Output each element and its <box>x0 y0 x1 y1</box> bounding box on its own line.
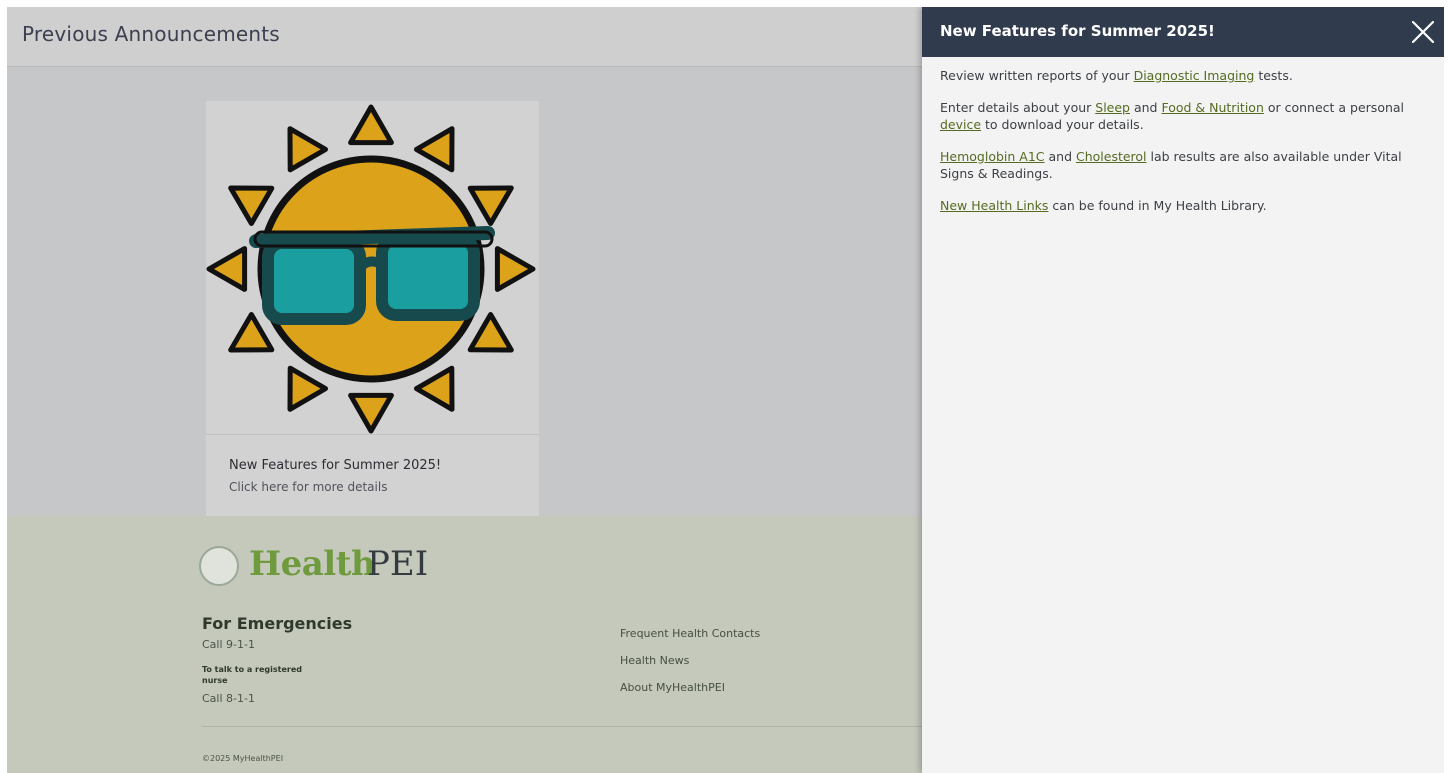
drawer-title: New Features for Summer 2025! <box>940 22 1215 40</box>
sun-ray <box>494 246 536 292</box>
announcement-drawer: New Features for Summer 2025! Review wri… <box>922 7 1444 773</box>
link-diagnostic-imaging[interactable]: Diagnostic Imaging <box>1134 68 1255 83</box>
page-header: Previous Announcements <box>7 7 922 67</box>
paragraph-text: can be found in My Health Library. <box>1048 198 1267 213</box>
sun-ray <box>414 365 455 412</box>
footer-link-frequent-contacts[interactable]: Frequent Health Contacts <box>620 627 760 640</box>
sun-ray <box>228 185 275 226</box>
feature-paragraph: Enter details about your Sleep and Food … <box>940 99 1430 133</box>
link-food-nutrition[interactable]: Food & Nutrition <box>1161 100 1263 115</box>
paragraph-text: Enter details about your <box>940 100 1096 115</box>
paragraph-text: to download your details. <box>981 117 1144 132</box>
drawer-body: Review written reports of your Diagnosti… <box>940 67 1430 229</box>
health-pei-logo[interactable]: Health PEI <box>199 544 439 590</box>
link-sleep[interactable]: Sleep <box>1095 100 1130 115</box>
nurse-call: Call 8-1-1 <box>202 692 255 705</box>
feature-paragraph: Hemoglobin A1C and Cholesterol lab resul… <box>940 148 1430 182</box>
emergency-call: Call 9-1-1 <box>202 638 255 651</box>
copyright: ©2025 MyHealthPEI <box>202 754 284 763</box>
logo-seal-icon <box>199 546 239 586</box>
sun-ray <box>287 365 328 412</box>
app-frame: Previous Announcements New Features for … <box>7 7 1444 773</box>
page-title: Previous Announcements <box>22 22 280 46</box>
link-new-health-links[interactable]: New Health Links <box>940 198 1048 213</box>
drawer-header: New Features for Summer 2025! <box>922 7 1444 57</box>
link-device[interactable]: device <box>940 117 981 132</box>
sun-ray <box>348 392 394 434</box>
paragraph-text: Review written reports of your <box>940 68 1134 83</box>
paragraph-text: and <box>1044 149 1076 164</box>
footer-divider <box>202 726 922 727</box>
link-hemoglobin-a1c[interactable]: Hemoglobin A1C <box>940 149 1045 164</box>
close-icon[interactable] <box>1410 19 1436 45</box>
card-title: New Features for Summer 2025! <box>229 458 442 473</box>
announcement-card[interactable]: New Features for Summer 2025! Click here… <box>206 101 539 516</box>
paragraph-text: tests. <box>1254 68 1293 83</box>
card-divider <box>206 434 539 435</box>
site-footer: Health PEI For Emergencies Call 9-1-1 To… <box>7 516 922 773</box>
announcements-page: Previous Announcements New Features for … <box>7 7 922 773</box>
card-subtitle: Click here for more details <box>229 480 388 494</box>
paragraph-text: and <box>1130 100 1162 115</box>
footer-link-health-news[interactable]: Health News <box>620 654 689 667</box>
sun-ray <box>228 312 275 353</box>
paragraph-text: or connect a personal <box>1263 100 1405 115</box>
feature-paragraph: New Health Links can be found in My Heal… <box>940 197 1430 214</box>
sun-ray <box>206 246 248 292</box>
sun-ray <box>467 185 514 226</box>
sun-with-sunglasses-icon <box>206 104 536 434</box>
sun-ray <box>287 126 328 173</box>
sun-ray <box>467 312 514 353</box>
sun-ray <box>414 126 455 173</box>
emergency-heading: For Emergencies <box>202 614 353 633</box>
nurse-label: To talk to a registered nurse <box>202 665 302 685</box>
footer-link-about[interactable]: About MyHealthPEI <box>620 681 725 694</box>
logo-word-pei: PEI <box>367 544 429 584</box>
sun-ray <box>348 104 394 146</box>
link-cholesterol[interactable]: Cholesterol <box>1076 149 1147 164</box>
announcements-list: New Features for Summer 2025! Click here… <box>7 67 922 516</box>
feature-paragraph: Review written reports of your Diagnosti… <box>940 67 1430 84</box>
logo-word-health: Health <box>249 544 376 584</box>
